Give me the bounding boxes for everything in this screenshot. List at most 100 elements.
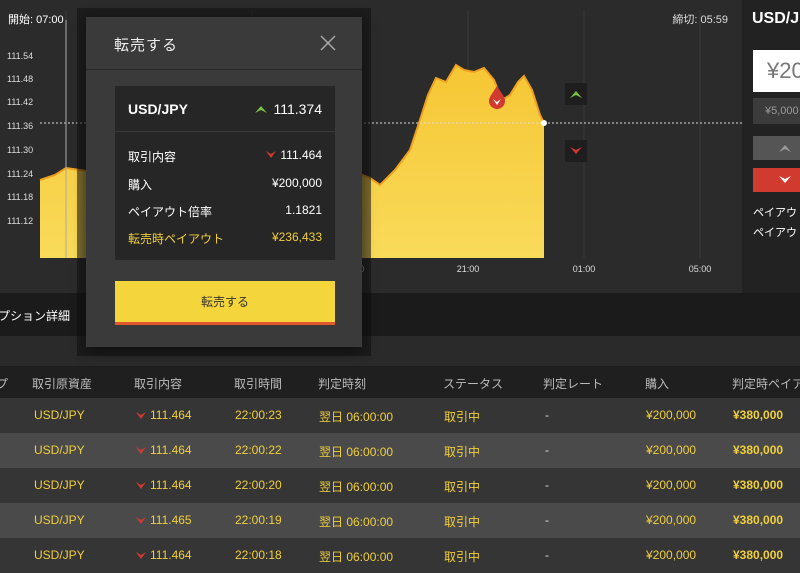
cell-payout: ¥380,000 (733, 478, 784, 492)
close-icon[interactable] (318, 33, 338, 53)
col-header-content: 取引内容 (134, 377, 183, 391)
detail-label: ペイアウト倍率 (128, 205, 213, 219)
cell-payout: ¥380,000 (733, 408, 784, 422)
cell-status: 取引中 (444, 410, 481, 424)
y-tick-label: 111.12 (7, 216, 33, 226)
payout-label-2: ペイアウ (753, 227, 797, 239)
down-arrow-icon (136, 516, 146, 524)
current-price-dot (541, 120, 547, 126)
cell-time: 22:00:19 (235, 513, 282, 527)
cell-asset: USD/JPY (34, 443, 85, 457)
high-button[interactable] (753, 136, 800, 160)
col-header-time: 取引時間 (234, 377, 283, 391)
x-tick-label: 21:00 (457, 264, 480, 274)
close-time-label: 締切: 05:59 (672, 14, 728, 26)
col-header-judge-time: 判定時刻 (318, 377, 367, 391)
cell-rate: 111.464 (150, 548, 192, 562)
cell-judge-rate: - (545, 478, 549, 492)
cell-time: 22:00:18 (235, 548, 282, 562)
table-row[interactable]: USD/JPY 111.464 22:00:20 翌日 06:00:00 取引中… (0, 468, 800, 503)
cell-status: 取引中 (444, 480, 481, 494)
cell-content: 111.464 (136, 443, 192, 457)
resell-summary-card: USD/JPY 111.374 取引内容 111.464 購入 ¥200,000… (115, 86, 335, 260)
resell-button[interactable]: 転売する (115, 281, 335, 325)
amount-input[interactable]: ¥20 (753, 50, 800, 92)
col-header-payout: 判定時ペイア (732, 377, 800, 391)
card-header: USD/JPY 111.374 (115, 86, 335, 132)
col-header-judge-rate: 判定レート (543, 377, 604, 391)
table-row[interactable]: USD/JPY 111.464 22:00:23 翌日 06:00:00 取引中… (0, 398, 800, 433)
y-tick-label: 111.36 (7, 121, 33, 131)
cell-content: 111.464 (136, 408, 192, 422)
cell-rate: 111.464 (150, 408, 192, 422)
cell-judge-rate: - (545, 513, 549, 527)
table-row[interactable]: USD/JPY 111.464 22:00:22 翌日 06:00:00 取引中… (0, 433, 800, 468)
cell-time: 22:00:20 (235, 478, 282, 492)
cell-judge-time: 翌日 06:00:00 (319, 550, 394, 564)
detail-label: 転売時ペイアウト (128, 232, 225, 246)
down-arrow-icon (266, 151, 277, 158)
detail-row-purchase: 購入 ¥200,000 (128, 176, 322, 196)
cell-payout: ¥380,000 (733, 548, 784, 562)
detail-value: ¥200,000 (271, 176, 322, 190)
cell-purchase: ¥200,000 (646, 513, 697, 527)
detail-label: 取引内容 (128, 150, 177, 164)
y-tick-label: 111.30 (7, 145, 33, 155)
cell-purchase: ¥200,000 (646, 408, 697, 422)
down-arrow-icon (779, 176, 791, 183)
resell-modal: 転売する USD/JPY 111.374 取引内容 111.464 購入 ¥20… (86, 17, 362, 347)
cell-content: 111.464 (136, 548, 192, 562)
detail-value: 1.1821 (285, 203, 322, 217)
down-arrow-icon (136, 551, 146, 559)
cell-judge-rate: - (545, 408, 549, 422)
y-tick-label: 111.18 (7, 192, 33, 202)
low-button[interactable] (753, 168, 800, 192)
cell-rate: 111.465 (150, 513, 192, 527)
cell-asset: USD/JPY (34, 408, 85, 422)
detail-value: ¥236,433 (271, 230, 322, 244)
col-header-purchase: 購入 (645, 377, 670, 391)
cell-status: 取引中 (444, 515, 481, 529)
cell-asset: USD/JPY (34, 513, 85, 527)
modal-title: 転売する (114, 37, 179, 54)
cell-judge-rate: - (545, 548, 549, 562)
cell-purchase: ¥200,000 (646, 478, 697, 492)
table-row[interactable]: USD/JPY 111.465 22:00:19 翌日 06:00:00 取引中… (0, 503, 800, 538)
cell-rate: 111.464 (150, 443, 192, 457)
detail-value: 111.464 (266, 148, 322, 162)
amount-preset-button[interactable]: ¥5,000 (753, 98, 800, 124)
open-time-label: 開始: 07:00 (8, 14, 64, 26)
down-arrow-icon (136, 446, 146, 454)
low-marker-icon (565, 140, 587, 162)
y-tick-label: 111.42 (7, 97, 33, 107)
high-marker-icon (565, 83, 587, 105)
cell-rate: 111.464 (150, 478, 192, 492)
detail-row-resell-payout: 転売時ペイアウト ¥236,433 (128, 230, 322, 250)
cell-time: 22:00:23 (235, 408, 282, 422)
col-header-status: ステータス (443, 377, 504, 391)
trade-panel: USD/JPY ¥20 ¥5,000 ペイアウ ペイアウ (742, 0, 800, 293)
cell-purchase: ¥200,000 (646, 548, 697, 562)
panel-pair-title: USD/JPY (752, 10, 800, 27)
y-tick-label: 111.24 (7, 169, 33, 179)
cell-payout: ¥380,000 (733, 513, 784, 527)
cell-status: 取引中 (444, 550, 481, 564)
x-tick-label: 01:00 (573, 264, 596, 274)
col-header-asset: 取引原資産 (32, 377, 93, 391)
cell-payout: ¥380,000 (733, 443, 784, 457)
up-arrow-icon (255, 106, 268, 113)
card-current-rate: 111.374 (255, 101, 322, 117)
y-tick-label: 111.54 (7, 51, 33, 61)
cell-judge-time: 翌日 06:00:00 (319, 445, 394, 459)
cell-purchase: ¥200,000 (646, 443, 697, 457)
option-details-title: プション詳細 (0, 309, 71, 323)
x-tick-label: 05:00 (689, 264, 712, 274)
cell-status: 取引中 (444, 445, 481, 459)
cell-content: 111.464 (136, 478, 192, 492)
cell-judge-time: 翌日 06:00:00 (319, 410, 394, 424)
down-arrow-icon (136, 481, 146, 489)
card-pair: USD/JPY (128, 101, 188, 117)
up-arrow-icon (779, 145, 791, 152)
detail-label: 購入 (128, 178, 153, 192)
cell-time: 22:00:22 (235, 443, 282, 457)
